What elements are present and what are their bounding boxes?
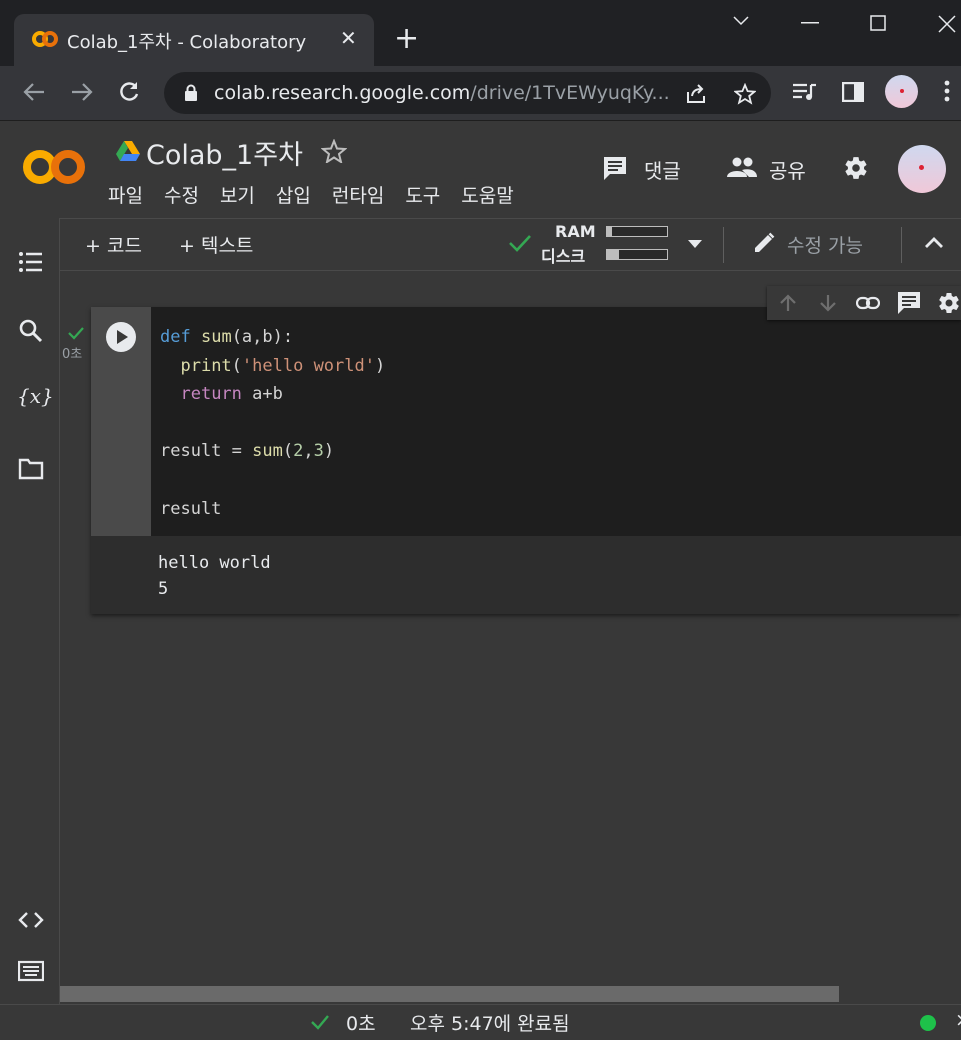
notebook-toolbar: + 코드 + 텍스트 RAM 디스크 수정 가능 [60,218,961,271]
search-icon[interactable] [18,318,44,344]
runtime-status-dot[interactable] [920,1015,936,1031]
reload-icon[interactable] [118,81,140,103]
share-button[interactable]: 공유 [727,153,817,185]
window-close-icon[interactable] [938,15,956,33]
add-code-button[interactable]: + 코드 [85,231,142,258]
status-bar: 0초 오후 5:47에 완료됨 × [0,1004,961,1040]
tab-search-chevron-icon[interactable] [733,16,749,26]
share-page-icon[interactable] [685,84,707,104]
code-line-1: def sum(a,b): [160,327,294,347]
people-icon [727,157,757,177]
code-line-7: result [160,498,222,519]
code-editor[interactable]: def sum(a,b): print('hello world') retur… [151,307,961,536]
edit-pencil-icon [755,232,775,252]
bookmark-star-icon[interactable] [734,83,756,105]
disk-meter-fill [607,250,619,259]
command-palette-icon[interactable] [18,958,44,984]
colab-logo-icon[interactable] [22,147,86,187]
connected-check-icon [509,235,531,252]
add-text-button[interactable]: + 텍스트 [179,231,253,258]
ram-meter[interactable] [606,226,668,237]
play-icon [117,330,128,344]
cell-gutter [91,307,151,536]
output-line: hello world [158,553,271,573]
menu-tools[interactable]: 도구 [405,181,440,208]
move-cell-down-icon[interactable] [818,293,838,313]
url-host: colab.research.google.com [214,82,471,104]
lock-icon[interactable] [184,84,198,102]
share-label: 공유 [769,159,806,183]
new-tab-button[interactable]: + [394,24,419,54]
code-cell[interactable]: def sum(a,b): print('hello world') retur… [91,307,961,614]
omnibox[interactable]: colab.research.google.com/drive/1TvEWyuq… [164,72,771,114]
menu-help[interactable]: 도움말 [461,181,513,208]
menu-edit[interactable]: 수정 [164,181,199,208]
status-close-icon[interactable]: × [955,1009,961,1031]
link-to-cell-icon[interactable] [856,295,880,311]
star-notebook-icon[interactable] [321,139,347,163]
browser-address-bar: colab.research.google.com/drive/1TvEWyuq… [0,66,961,120]
ram-label: RAM [555,222,596,241]
tab-close-button[interactable]: ✕ [340,26,357,50]
status-completed-text[interactable]: 오후 5:47에 완료됨 [410,1009,570,1036]
code-line-3: return a+b [180,384,283,405]
ram-meter-fill [607,227,612,236]
code-line-5: result = sum(2,3) [160,441,335,462]
notebook-title[interactable]: Colab_1주차 [146,133,303,172]
horizontal-scrollbar[interactable] [60,986,839,1002]
url-path: /drive/1TvEWyuqKy... [470,82,670,104]
google-drive-icon[interactable] [116,141,140,161]
back-arrow-icon[interactable] [22,82,46,102]
code-snippets-icon[interactable] [18,907,44,933]
run-cell-button[interactable] [106,322,136,352]
output-line: 5 [158,579,169,599]
table-of-contents-icon[interactable] [18,249,44,275]
cell-executed-check-icon [68,327,84,340]
edit-mode-label[interactable]: 수정 가능 [787,231,863,258]
colab-header: Colab_1주차 파일 수정 보기 삽입 런타임 도구 도움말 댓글 공유 [0,120,961,218]
side-panel-icon[interactable] [842,82,864,102]
move-cell-up-icon[interactable] [778,293,798,313]
settings-gear-icon[interactable] [843,155,869,181]
menu-file[interactable]: 파일 [108,181,143,208]
url-text[interactable]: colab.research.google.com/drive/1TvEWyuq… [214,82,670,104]
cell-toolbar [767,286,961,320]
code-text[interactable]: def sum(a,b): print('hello world') retur… [160,323,385,523]
colab-favicon-icon [32,31,58,47]
browser-tab-bar: Colab_1주차 - Colaboratory ✕ + [0,0,961,66]
menu-insert[interactable]: 삽입 [276,181,311,208]
forward-arrow-icon[interactable] [70,82,94,102]
cell-settings-gear-icon[interactable] [937,291,961,315]
browser-profile-avatar[interactable] [885,75,918,108]
disk-meter[interactable] [606,249,668,260]
code-line-2: print('hello world') [180,355,386,376]
menu-runtime[interactable]: 런타임 [332,181,384,208]
menu-bar: 파일 수정 보기 삽입 런타임 도구 도움말 [108,181,535,208]
status-check-icon [311,1015,329,1030]
comment-icon [604,157,626,180]
browser-menu-icon[interactable] [944,79,950,103]
files-folder-icon[interactable] [18,456,44,482]
collapse-header-chevron-icon[interactable] [924,237,944,249]
cell-exec-time: 0초 [62,347,83,362]
comment-label: 댓글 [644,159,681,183]
toolbar-divider [723,227,724,263]
comment-button[interactable]: 댓글 [602,153,692,185]
browser-tab[interactable]: Colab_1주차 - Colaboratory ✕ [14,14,374,66]
left-sidebar: {x} [0,218,60,1004]
variables-icon[interactable]: {x} [17,384,54,408]
menu-view[interactable]: 보기 [220,181,255,208]
disk-label: 디스크 [541,247,586,266]
tab-title: Colab_1주차 - Colaboratory [67,32,307,53]
resources-dropdown-icon[interactable] [688,240,702,248]
minimize-icon[interactable] [801,22,819,24]
add-comment-icon[interactable] [897,291,921,315]
maximize-icon[interactable] [870,15,886,31]
user-avatar[interactable] [898,145,946,193]
toolbar-divider-2 [901,227,902,263]
cell-output: hello world 5 [158,550,271,602]
media-queue-icon[interactable] [792,82,818,102]
status-exec-time[interactable]: 0초 [346,1009,376,1036]
